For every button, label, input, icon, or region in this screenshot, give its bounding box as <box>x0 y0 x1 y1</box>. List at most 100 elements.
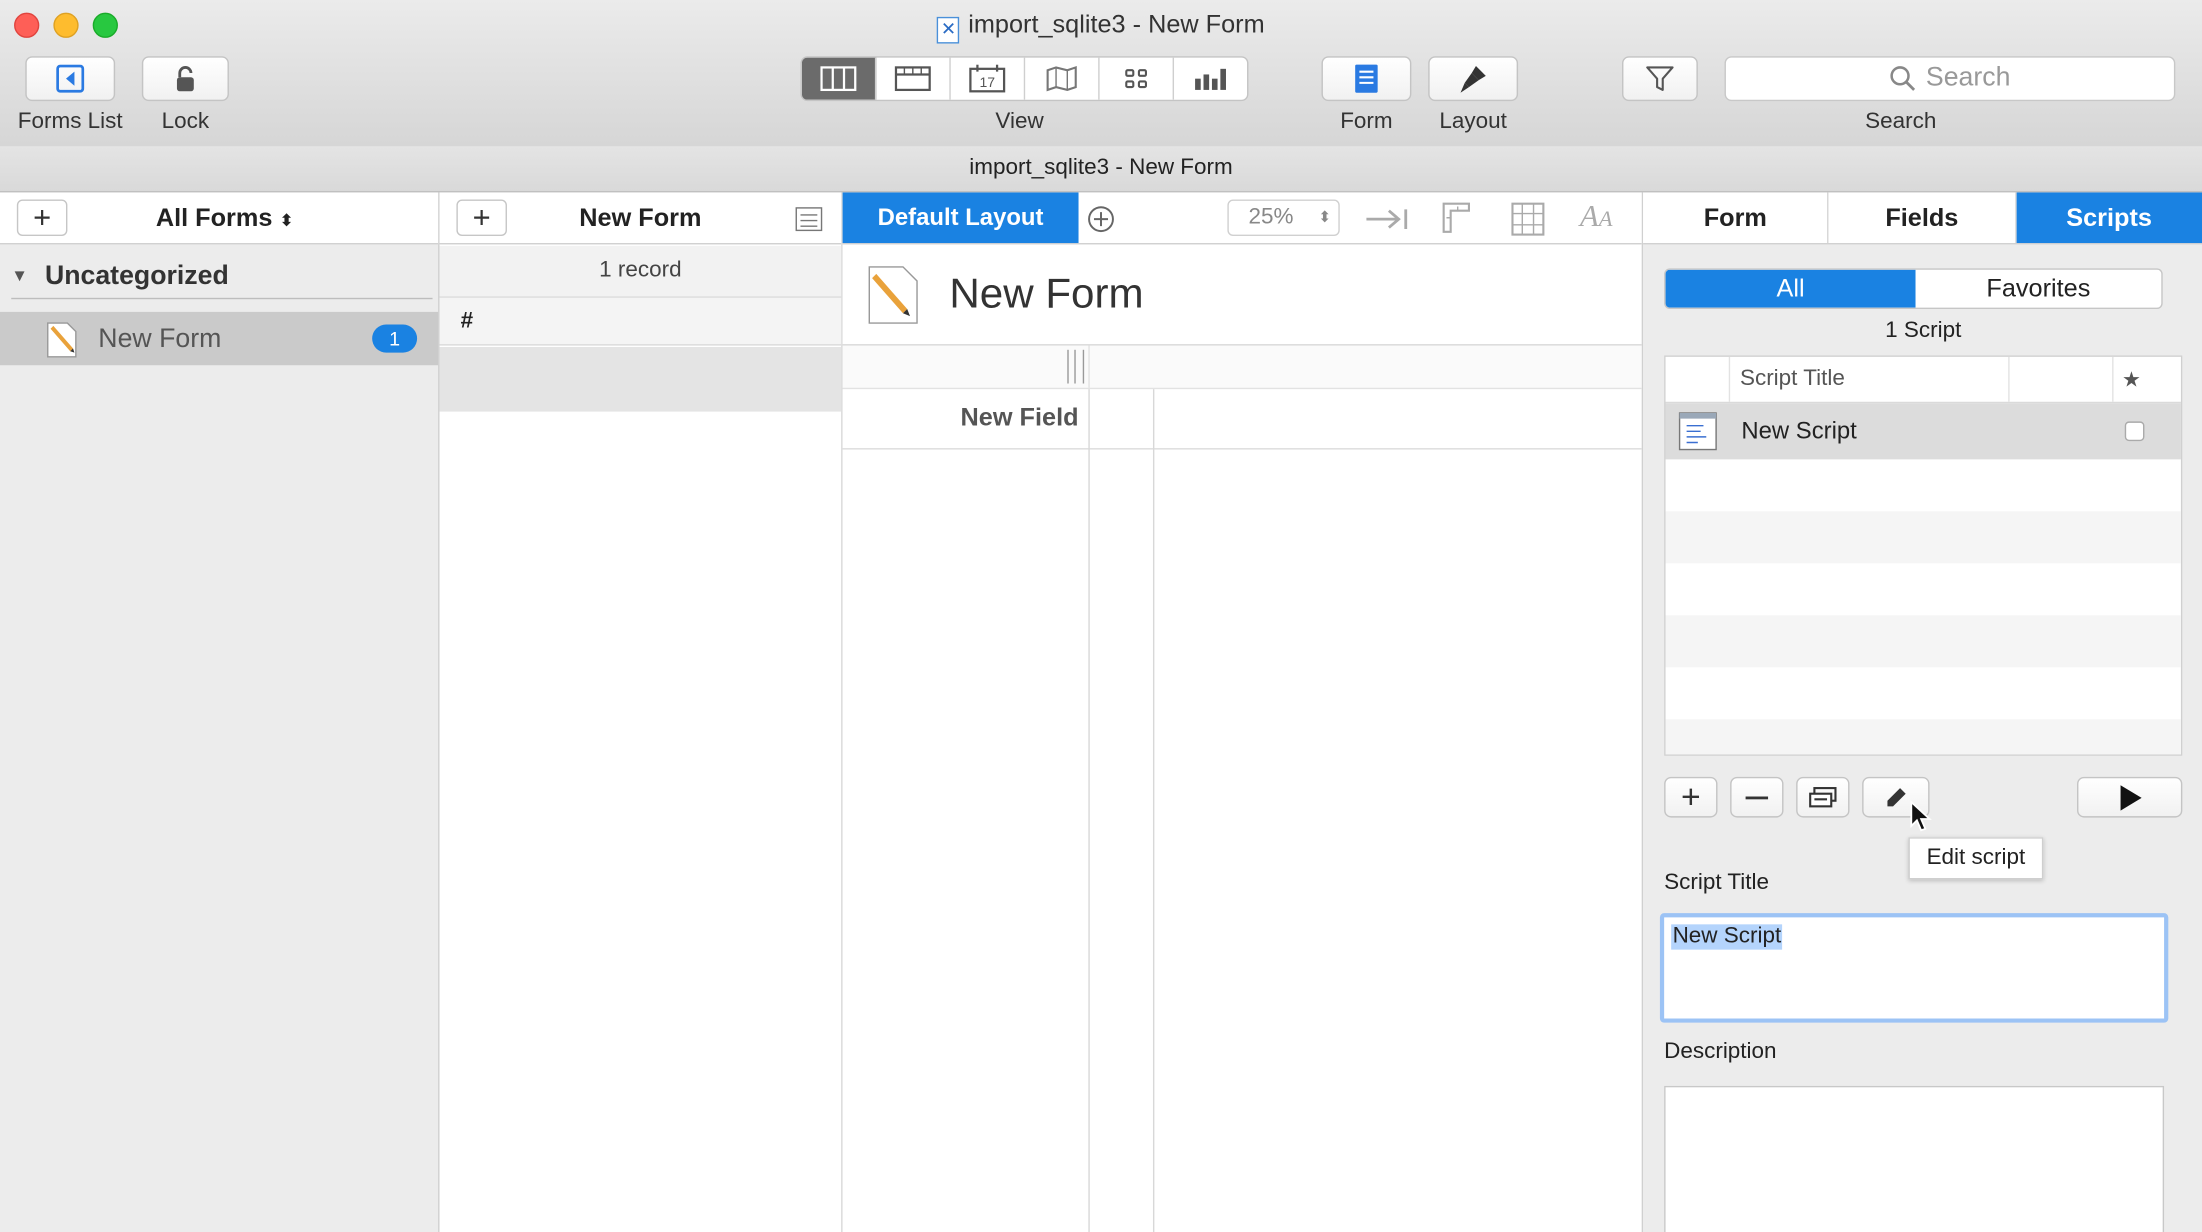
zoom-stepper[interactable]: 25% ⬍ <box>1227 199 1340 237</box>
script-filter-segmented-control[interactable]: All Favorites <box>1664 268 2163 310</box>
filter-button[interactable] <box>1622 56 1698 102</box>
empty-row <box>1665 615 2181 668</box>
map-view-icon[interactable] <box>1025 57 1100 100</box>
description-label: Description <box>1664 1039 1777 1064</box>
group-header-uncategorized[interactable]: ▼ Uncategorized <box>11 261 433 300</box>
title-bar: ✕ import_sqlite3 - New Form Forms List Lo… <box>0 0 2202 148</box>
tab-scripts[interactable]: Scripts <box>2016 192 2202 244</box>
ruler-icon[interactable] <box>1441 201 1472 235</box>
scripts-table-header: Script Title ★ <box>1665 356 2181 404</box>
filter-all-button[interactable]: All <box>1665 269 1916 308</box>
filter-funnel-icon <box>1646 66 1674 91</box>
add-script-button[interactable]: + <box>1664 776 1718 818</box>
favorite-column-header[interactable]: ★ <box>2122 367 2141 392</box>
add-form-button[interactable]: + <box>16 199 68 237</box>
forms-list-label: Forms List <box>17 109 123 134</box>
search-input[interactable]: Search <box>1724 56 2176 102</box>
records-header: + New Form <box>439 192 842 245</box>
records-list: + New Form 1 record # <box>439 192 843 1232</box>
pencil-icon <box>1887 787 1906 806</box>
field-header-row <box>842 345 1642 390</box>
label-column <box>842 389 1089 1232</box>
field-row-new-field[interactable]: New Field <box>842 389 1642 450</box>
record-list-menu-icon[interactable] <box>795 205 823 233</box>
window-title: ✕ import_sqlite3 - New Form <box>0 10 2202 44</box>
columns-view-icon[interactable] <box>801 57 877 100</box>
add-layout-icon[interactable] <box>1087 205 1115 233</box>
favorite-checkbox[interactable] <box>2124 421 2145 442</box>
script-row[interactable]: New Script <box>1665 403 2181 460</box>
disclosure-triangle-icon[interactable]: ▼ <box>11 266 28 286</box>
header-divider <box>1728 356 1731 402</box>
calendar-view-icon[interactable]: 17 <box>951 57 1026 100</box>
script-document-icon <box>1678 412 1717 451</box>
lock-icon <box>176 66 194 92</box>
script-count: 1 Script <box>1885 318 1962 343</box>
form-button[interactable] <box>1321 56 1412 102</box>
font-style-icon[interactable]: AA <box>1580 198 1613 235</box>
form-icon <box>1355 64 1378 93</box>
scripts-table: Script Title ★ New Script <box>1664 355 2183 756</box>
minus-icon <box>1745 795 1769 799</box>
app-window: ✕ import_sqlite3 - New Form Forms List Lo… <box>0 0 2202 1232</box>
description-field[interactable] <box>1664 1085 2165 1232</box>
forms-list-button[interactable] <box>25 56 116 102</box>
tab-order-icon[interactable] <box>1365 207 1410 232</box>
view-mode-segmented-control[interactable]: 17 <box>800 56 1249 102</box>
lock-label: Lock <box>161 109 210 134</box>
all-forms-popup[interactable]: All Forms ⬍ <box>133 204 316 234</box>
script-title-field[interactable]: New Script <box>1659 913 2169 1023</box>
stepper-arrows-icon[interactable]: ⬍ <box>1318 201 1331 235</box>
column-resize-handle[interactable] <box>1067 349 1085 384</box>
tab-fields[interactable]: Fields <box>1829 192 2017 244</box>
header-divider <box>2008 356 2010 402</box>
empty-row <box>1665 719 2181 755</box>
script-title-label: Script Title <box>1664 870 1770 895</box>
sidebar-item-new-form[interactable]: New Form 1 <box>0 311 439 366</box>
grid-icon[interactable] <box>1511 202 1545 236</box>
edit-script-tooltip: Edit script <box>1908 837 2044 880</box>
view-label: View <box>995 109 1044 134</box>
play-icon <box>2119 784 2141 810</box>
sidebar-header: + All Forms ⬍ <box>0 192 439 245</box>
inspector-tabs: Form Fields Scripts <box>1643 192 2202 245</box>
record-column-header: # <box>439 297 842 346</box>
remove-script-button[interactable] <box>1730 776 1784 818</box>
duplicate-script-button[interactable] <box>1796 776 1850 818</box>
empty-row <box>1665 511 2181 564</box>
duplicate-icon <box>1809 786 1837 807</box>
mouse-cursor-icon <box>1910 800 1932 832</box>
inspector-panel: Form Fields Scripts All Favorites 1 Scri… <box>1643 192 2202 1232</box>
record-row[interactable] <box>439 346 842 412</box>
list-view-icon[interactable] <box>876 57 951 100</box>
layout-toolbar: Default Layout 25% ⬍ AA <box>842 192 1642 245</box>
label-column-divider <box>1088 389 1090 1232</box>
form-pencil-large-icon <box>868 266 918 324</box>
form-count-badge: 1 <box>372 324 418 353</box>
add-record-button[interactable]: + <box>456 199 507 237</box>
field-label: New Field <box>960 403 1079 432</box>
search-label: Search <box>1865 109 1937 134</box>
document-subtitle-bar: import_sqlite3 - New Form <box>0 146 2202 193</box>
document-icon: ✕ <box>937 16 960 44</box>
layout-button[interactable] <box>1428 56 1519 102</box>
tiles-view-icon[interactable] <box>1100 57 1175 100</box>
column-divider <box>1088 345 1090 388</box>
chart-view-icon[interactable] <box>1174 58 1247 100</box>
records-form-title: New Form <box>579 203 702 232</box>
filter-favorites-button[interactable]: Favorites <box>1915 270 2161 308</box>
script-title: New Script <box>1741 417 1857 444</box>
lock-button[interactable] <box>141 56 229 102</box>
search-icon <box>1890 66 1916 91</box>
form-label: Form <box>1340 109 1393 134</box>
layout-canvas: Default Layout 25% ⬍ AA New Form New Fiel… <box>842 192 1644 1232</box>
default-layout-tab[interactable]: Default Layout <box>842 192 1079 244</box>
script-title-column-header[interactable]: Script Title <box>1740 367 1845 392</box>
layout-brush-icon <box>1460 66 1486 93</box>
tab-form[interactable]: Form <box>1643 192 1829 244</box>
forms-sidebar: + All Forms ⬍ ▼ Uncategorized New Form 1 <box>0 192 440 1232</box>
forms-list-icon <box>56 64 85 93</box>
header-divider <box>2112 356 2114 402</box>
run-script-button[interactable] <box>2077 776 2183 818</box>
form-pencil-icon <box>47 322 77 358</box>
